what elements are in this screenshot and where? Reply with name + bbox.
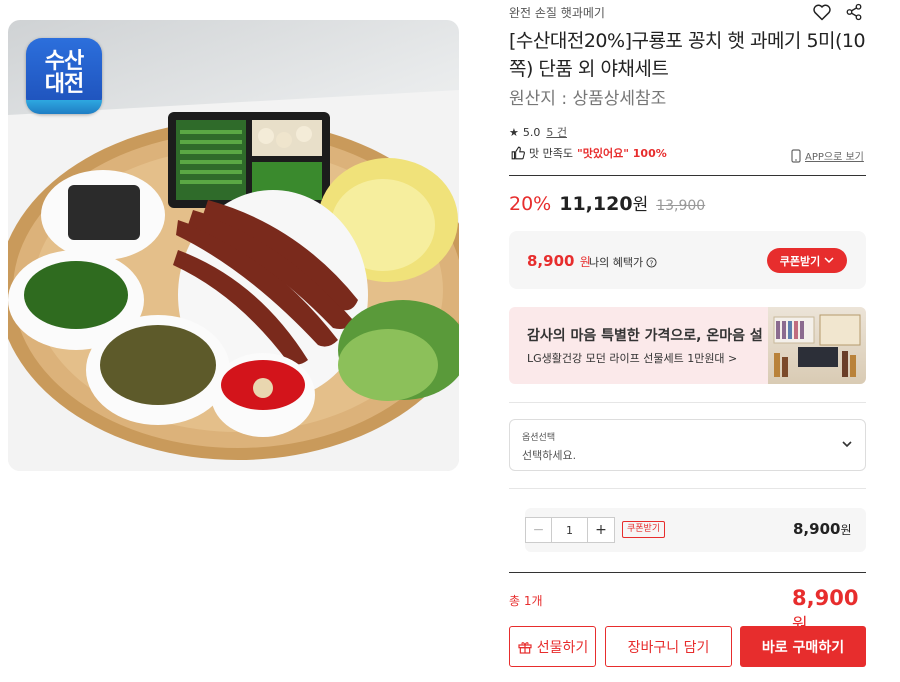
banner-gift-set-image (768, 307, 866, 384)
sale-price: 11,120원 (559, 190, 648, 215)
quantity-row: − 1 + 쿠폰받기 8,900원 (525, 508, 866, 552)
thumbs-up-icon (511, 146, 525, 160)
divider (509, 572, 866, 573)
svg-text:?: ? (650, 258, 654, 267)
chevron-down-icon (842, 441, 852, 448)
item-price-unit: 원 (840, 523, 852, 537)
benefit-label: 나의 혜택가 (589, 256, 644, 269)
benefit-label-row: 나의 혜택가 ? (589, 254, 657, 270)
product-origin: 원산지 : 상품상세참조 (509, 89, 667, 109)
divider (509, 488, 866, 489)
quantity-stepper[interactable]: − 1 + (525, 517, 615, 543)
item-price: 8,900원 (793, 520, 852, 538)
benefit-price-value: 8,900 (527, 252, 575, 270)
heart-icon[interactable] (812, 2, 832, 22)
rating-row: ★ 5.0 5 건 (509, 124, 567, 140)
price-row: 20% 11,120원 13,900 (509, 190, 705, 215)
buy-now-button[interactable]: 바로 구매하기 (740, 626, 866, 667)
gift-icon (518, 641, 532, 654)
satisfaction-value: "맛있어요" 100% (576, 147, 667, 160)
banner-subtitle: LG생활건강 모던 라이프 선물세트 1만원대 > (527, 352, 738, 365)
discount-rate: 20% (509, 193, 552, 215)
review-count-link[interactable]: 5 건 (546, 124, 567, 140)
total-price-value: 8,900 (792, 586, 859, 610)
item-coupon-button[interactable]: 쿠폰받기 (622, 521, 666, 538)
option-placeholder: 선택하세요. (522, 449, 577, 462)
sale-price-value: 11,120 (559, 193, 633, 215)
gift-button[interactable]: 선물하기 (509, 626, 596, 667)
add-to-cart-button[interactable]: 장바구니 담기 (605, 626, 732, 667)
quantity-minus-button[interactable]: − (526, 518, 552, 542)
mobile-icon (791, 148, 801, 163)
app-view-label: APP으로 보기 (805, 152, 864, 163)
banner-title: 감사의 마음 특별한 가격으로, 온마음 설 (527, 328, 763, 344)
option-select[interactable]: 옵션선택 선택하세요. (509, 419, 866, 471)
question-circle-icon[interactable]: ? (646, 256, 657, 268)
quantity-value[interactable]: 1 (552, 518, 588, 542)
chevron-down-icon (824, 257, 834, 264)
quantity-plus-button[interactable]: + (588, 518, 614, 542)
star-icon: ★ (509, 125, 519, 139)
satisfaction-label: 맛 만족도 (529, 147, 573, 160)
divider (509, 402, 866, 403)
benefit-price: 8,900 원 (527, 252, 591, 270)
benefit-box: 8,900 원 나의 혜택가 ? 쿠폰받기 (509, 231, 866, 289)
product-image: 수산 대전 (8, 20, 459, 471)
share-icon[interactable] (845, 2, 863, 22)
satisfaction-row: 맛 만족도 "맛있어요" 100% (511, 145, 667, 161)
coupon-download-label: 쿠폰받기 (779, 254, 821, 268)
coupon-download-button[interactable]: 쿠폰받기 (767, 248, 847, 273)
sale-price-unit: 원 (632, 195, 649, 215)
app-view-link[interactable]: APP으로 보기 (791, 148, 864, 163)
option-label: 옵션선택 (522, 433, 556, 443)
fishery-festival-logo: 수산 대전 (26, 38, 102, 114)
rating-value: 5.0 (522, 125, 541, 139)
divider (509, 175, 866, 176)
total-count: 총 1개 (509, 594, 543, 608)
original-price: 13,900 (656, 198, 706, 214)
gift-label: 선물하기 (536, 639, 589, 656)
item-price-value: 8,900 (793, 520, 841, 538)
product-brand: 완전 손질 햇과메기 (509, 6, 605, 20)
product-title: [수산대전20%]구룡포 꽁치 햇 과메기 5미(10쪽) 단품 외 야채세트 (509, 30, 866, 80)
promo-banner[interactable]: 감사의 마음 특별한 가격으로, 온마음 설 LG생활건강 모던 라이프 선물세… (509, 307, 866, 384)
